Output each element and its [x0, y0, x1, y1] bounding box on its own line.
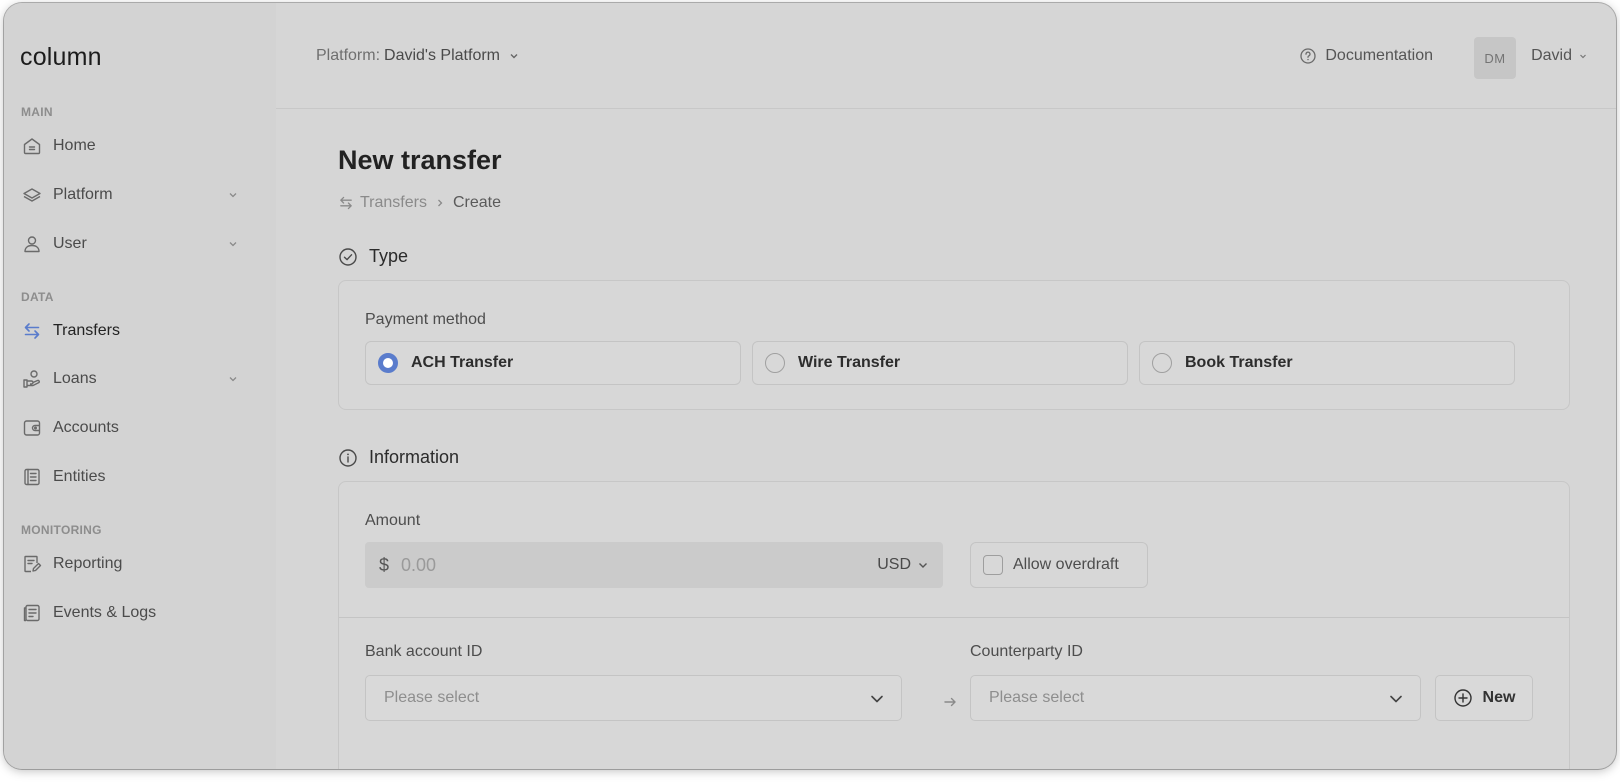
section-title: Information — [369, 447, 460, 467]
radio-unchecked-indicator[interactable] — [765, 353, 785, 373]
radio-label: ACH Transfer — [411, 354, 514, 371]
section-label-monitoring: MONITORING — [21, 523, 102, 537]
chevron-down-icon — [508, 50, 520, 62]
page-title: New transfer — [338, 145, 502, 175]
radio-unchecked-indicator[interactable] — [1152, 353, 1172, 373]
sidebar-item-reporting[interactable]: Reporting — [21, 549, 243, 579]
information-section-heading: Information — [338, 447, 459, 468]
documentation-label: Documentation — [1325, 47, 1433, 64]
sidebar-item-events-logs[interactable]: Events & Logs — [21, 598, 243, 628]
breadcrumb-parent[interactable]: Transfers — [360, 194, 427, 212]
sidebar-item-accounts[interactable]: Accounts — [21, 413, 243, 443]
chevron-down-icon[interactable] — [227, 373, 239, 385]
sidebar-item-entities[interactable]: Entities — [21, 462, 243, 492]
transfer-arrows-icon — [338, 195, 354, 211]
checkbox-label: Allow overdraft — [1013, 556, 1119, 573]
currency-select[interactable]: USD — [877, 556, 929, 574]
type-card: Payment method ACH Transfer Wire Transfe… — [338, 280, 1570, 410]
document-list-icon — [21, 466, 43, 488]
currency-symbol: $ — [379, 554, 390, 575]
type-section-heading: Type — [338, 246, 408, 267]
user-menu[interactable]: David — [1531, 47, 1588, 65]
new-counterparty-button[interactable]: New — [1435, 675, 1533, 721]
platform-label: Platform: — [316, 47, 381, 64]
sidebar-item-transfers[interactable]: Transfers — [21, 316, 243, 346]
chevron-down-icon — [1388, 691, 1404, 707]
counterparty-select[interactable]: Please select — [970, 675, 1421, 721]
chevron-down-icon — [869, 691, 885, 707]
sidebar-item-user[interactable]: User — [21, 229, 243, 259]
chevron-right-icon — [435, 198, 445, 208]
avatar[interactable]: DM — [1474, 37, 1516, 79]
currency-value: USD — [877, 556, 911, 573]
documentation-link[interactable]: Documentation — [1299, 47, 1433, 65]
platform-value: David's Platform — [384, 47, 500, 64]
sidebar-item-label: Accounts — [53, 419, 119, 436]
topbar: Platform: David's Platform Documentation… — [276, 3, 1616, 109]
info-circle-icon — [338, 448, 358, 468]
divider — [339, 617, 1569, 618]
check-circle-icon — [338, 247, 358, 267]
chevron-down-icon[interactable] — [227, 189, 239, 201]
logo: column — [20, 43, 102, 71]
counterparty-label: Counterparty ID — [970, 643, 1083, 660]
question-circle-icon — [1299, 47, 1317, 65]
layers-icon — [21, 184, 43, 206]
sidebar-item-label: Entities — [53, 468, 106, 485]
wallet-icon — [21, 417, 43, 439]
information-card: Amount $ 0.00 USD Allow overdraft Bank a… — [338, 481, 1570, 769]
section-label-main: MAIN — [21, 105, 53, 119]
sidebar-item-platform[interactable]: Platform — [21, 180, 243, 210]
sidebar-item-label: Platform — [53, 186, 113, 203]
sidebar-item-label: Transfers — [53, 322, 120, 339]
radio-checked-indicator[interactable] — [378, 353, 398, 373]
platform-selector[interactable]: Platform: David's Platform — [316, 47, 520, 65]
amount-label: Amount — [365, 512, 421, 529]
report-edit-icon — [21, 553, 43, 575]
radio-label: Book Transfer — [1185, 354, 1293, 371]
amount-input[interactable]: $ 0.00 USD — [365, 542, 943, 588]
bank-account-label: Bank account ID — [365, 643, 483, 660]
chevron-down-icon[interactable] — [227, 238, 239, 250]
checkbox-box[interactable] — [983, 555, 1003, 575]
radio-label: Wire Transfer — [798, 354, 901, 371]
radio-wire-transfer[interactable]: Wire Transfer — [752, 341, 1128, 385]
allow-overdraft-checkbox[interactable]: Allow overdraft — [970, 542, 1148, 588]
payment-method-label: Payment method — [365, 311, 486, 328]
plus-circle-icon — [1453, 688, 1473, 708]
transfer-arrows-icon — [21, 320, 43, 342]
app-window: column MAIN Home Platform User DATA Tran… — [4, 3, 1616, 769]
breadcrumb: Transfers Create — [338, 194, 501, 212]
button-label: New — [1482, 689, 1516, 706]
arrow-right-icon — [942, 694, 958, 710]
hand-coin-icon — [21, 368, 43, 390]
user-icon — [21, 233, 43, 255]
home-icon — [21, 135, 43, 157]
bank-account-select[interactable]: Please select — [365, 675, 902, 721]
select-placeholder: Please select — [989, 689, 1085, 706]
select-placeholder: Please select — [384, 689, 480, 706]
sidebar-item-label: Events & Logs — [53, 604, 157, 621]
radio-ach-transfer[interactable]: ACH Transfer — [365, 341, 741, 385]
sidebar-item-label: User — [53, 235, 87, 252]
log-icon — [21, 602, 43, 624]
sidebar-item-label: Loans — [53, 370, 97, 387]
section-title: Type — [369, 246, 409, 266]
amount-placeholder: 0.00 — [401, 554, 437, 575]
chevron-down-icon — [1578, 51, 1588, 61]
radio-book-transfer[interactable]: Book Transfer — [1139, 341, 1515, 385]
breadcrumb-current: Create — [452, 194, 502, 211]
section-label-data: DATA — [21, 290, 54, 304]
sidebar-item-label: Reporting — [53, 555, 123, 572]
user-name: David — [1531, 47, 1572, 64]
sidebar-item-label: Home — [53, 137, 96, 154]
sidebar: column MAIN Home Platform User DATA Tran… — [4, 3, 276, 769]
sidebar-item-loans[interactable]: Loans — [21, 364, 243, 394]
chevron-down-icon — [917, 559, 929, 571]
sidebar-item-home[interactable]: Home — [21, 131, 243, 161]
